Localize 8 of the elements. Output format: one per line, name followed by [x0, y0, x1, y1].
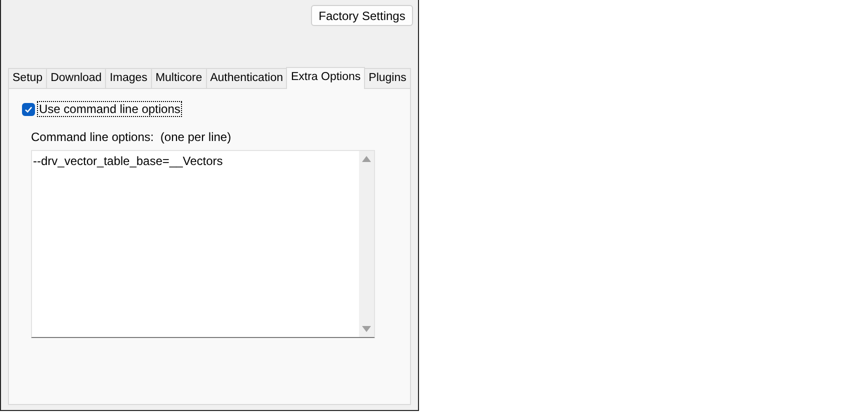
checkmark-icon [24, 104, 33, 114]
field-label: Command line options: (one per line) [31, 130, 232, 144]
factory-settings-button[interactable]: Factory Settings [311, 5, 413, 26]
checkbox-label[interactable]: Use command line options [37, 101, 182, 117]
tab[interactable]: Extra Options [286, 67, 366, 89]
checkbox[interactable] [22, 102, 35, 116]
tab[interactable]: Setup [8, 68, 48, 88]
tab[interactable]: Plugins [364, 68, 411, 88]
